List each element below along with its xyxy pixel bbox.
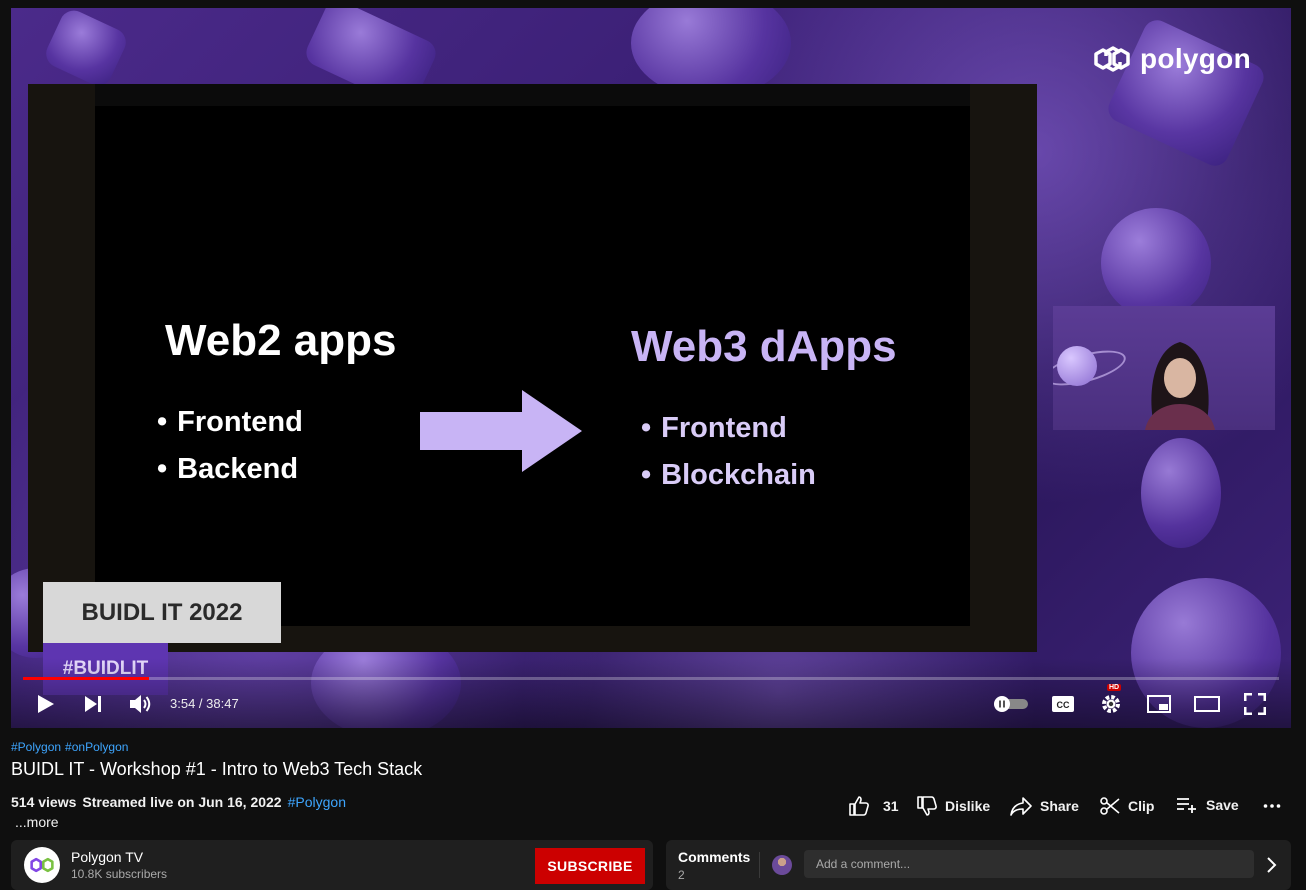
settings-button[interactable]: HD: [1099, 684, 1123, 718]
clip-button[interactable]: Clip: [1100, 796, 1154, 816]
thumbs-up-icon: [849, 796, 869, 816]
share-button[interactable]: Share: [1010, 796, 1079, 816]
channel-card: Polygon TV 10.8K subscribers SUBSCRIBE: [11, 840, 653, 890]
more-actions-button[interactable]: [1263, 796, 1281, 814]
autoplay-toggle-icon: [994, 696, 1028, 712]
slide-left-heading: Web2 apps: [165, 316, 397, 365]
slide-right-bullets: Frontend Blockchain: [641, 412, 816, 506]
user-avatar: [772, 855, 792, 875]
video-description[interactable]: 514 views Streamed live on Jun 16, 2022 #P…: [11, 794, 350, 810]
tag-link[interactable]: #Polygon: [11, 740, 61, 754]
like-button[interactable]: 31: [849, 796, 899, 816]
current-time: 3:54: [170, 696, 196, 711]
like-count: 31: [883, 798, 899, 814]
video-title: BUIDL IT - Workshop #1 - Intro to Web3 T…: [11, 759, 423, 779]
dislike-button[interactable]: Dislike: [917, 796, 990, 816]
slide-right-heading: Web3 dApps: [631, 322, 897, 371]
closed-captions-icon: CC: [1052, 696, 1074, 712]
video-player[interactable]: polygon Web2 apps Frontend Backend Web3 …: [11, 8, 1291, 728]
event-title-overlay: BUIDL IT 2022: [43, 582, 281, 643]
presentation-slide: Web2 apps Frontend Backend Web3 dApps Fr…: [95, 106, 970, 626]
theater-mode-icon: [1194, 696, 1220, 712]
arrow-right-icon: [420, 390, 582, 472]
polygon-logo-icon: [30, 857, 54, 873]
miniplayer-button[interactable]: [1147, 690, 1171, 718]
autoplay-toggle[interactable]: [993, 690, 1029, 718]
speaker-webcam: [1053, 306, 1275, 430]
channel-name[interactable]: Polygon TV: [71, 849, 143, 865]
gear-icon: [1102, 695, 1120, 713]
svg-text:CC: CC: [1057, 700, 1070, 710]
scissors-icon: [1100, 797, 1120, 815]
save-button[interactable]: Save: [1176, 796, 1239, 814]
volume-button[interactable]: [129, 690, 153, 718]
slide-bullet: Frontend: [641, 412, 816, 445]
chevron-right-icon[interactable]: [1265, 856, 1277, 874]
polygon-logo: polygon: [1092, 42, 1251, 76]
decorative-shape: [1141, 438, 1221, 548]
skip-next-icon: [85, 696, 101, 712]
more-horizontal-icon: [1263, 804, 1281, 808]
play-button[interactable]: [35, 690, 57, 718]
description-hashtag-link[interactable]: #Polygon: [288, 794, 346, 810]
clip-label: Clip: [1128, 798, 1155, 814]
comments-count: 2: [678, 868, 685, 882]
share-label: Share: [1040, 798, 1079, 814]
polygon-logo-icon: [1094, 46, 1130, 72]
decorative-coin: [1101, 208, 1211, 318]
comments-title: Comments: [678, 849, 751, 865]
volume-icon: [130, 695, 151, 713]
next-button[interactable]: [82, 690, 104, 718]
fullscreen-button[interactable]: [1243, 690, 1267, 718]
speaker-silhouette: [1145, 342, 1215, 430]
duration: 38:47: [206, 696, 239, 711]
time-display: 3:54 / 38:47: [170, 696, 239, 711]
save-label: Save: [1206, 797, 1239, 813]
comments-card[interactable]: Comments 2: [666, 840, 1291, 890]
slide-left-bullets: Frontend Backend: [157, 406, 303, 500]
view-count: 514 views: [11, 794, 77, 810]
dislike-label: Dislike: [945, 798, 991, 814]
show-more-link[interactable]: ...more: [15, 814, 59, 830]
progress-played: [23, 677, 150, 680]
slide-bullet: Backend: [157, 453, 303, 486]
channel-avatar[interactable]: [24, 847, 60, 883]
planet-decoration: [1057, 346, 1097, 386]
theater-mode-button[interactable]: [1194, 690, 1220, 718]
slide-topbar: [95, 84, 970, 106]
miniplayer-icon: [1147, 695, 1171, 713]
share-icon: [1010, 797, 1032, 816]
slide-bullet: Blockchain: [641, 459, 816, 492]
stream-date: Streamed live on Jun 16, 2022: [82, 794, 282, 810]
fullscreen-icon: [1244, 693, 1266, 715]
hd-badge: HD: [1107, 684, 1122, 691]
slide-frame: Web2 apps Frontend Backend Web3 dApps Fr…: [28, 84, 1037, 652]
video-tags: #Polygon #onPolygon: [11, 740, 132, 754]
decorative-shape: [41, 8, 131, 90]
divider: [759, 852, 760, 878]
tag-link[interactable]: #onPolygon: [65, 740, 128, 754]
brand-name: polygon: [1140, 43, 1251, 74]
playlist-add-icon: [1177, 798, 1196, 813]
decorative-cube: [1103, 15, 1269, 171]
thumbs-down-icon: [917, 796, 937, 816]
slide-bullet: Frontend: [157, 406, 303, 439]
captions-button[interactable]: CC: [1051, 690, 1075, 718]
add-comment-input[interactable]: [804, 850, 1254, 878]
play-icon: [38, 695, 54, 713]
progress-bar[interactable]: [23, 677, 1279, 680]
